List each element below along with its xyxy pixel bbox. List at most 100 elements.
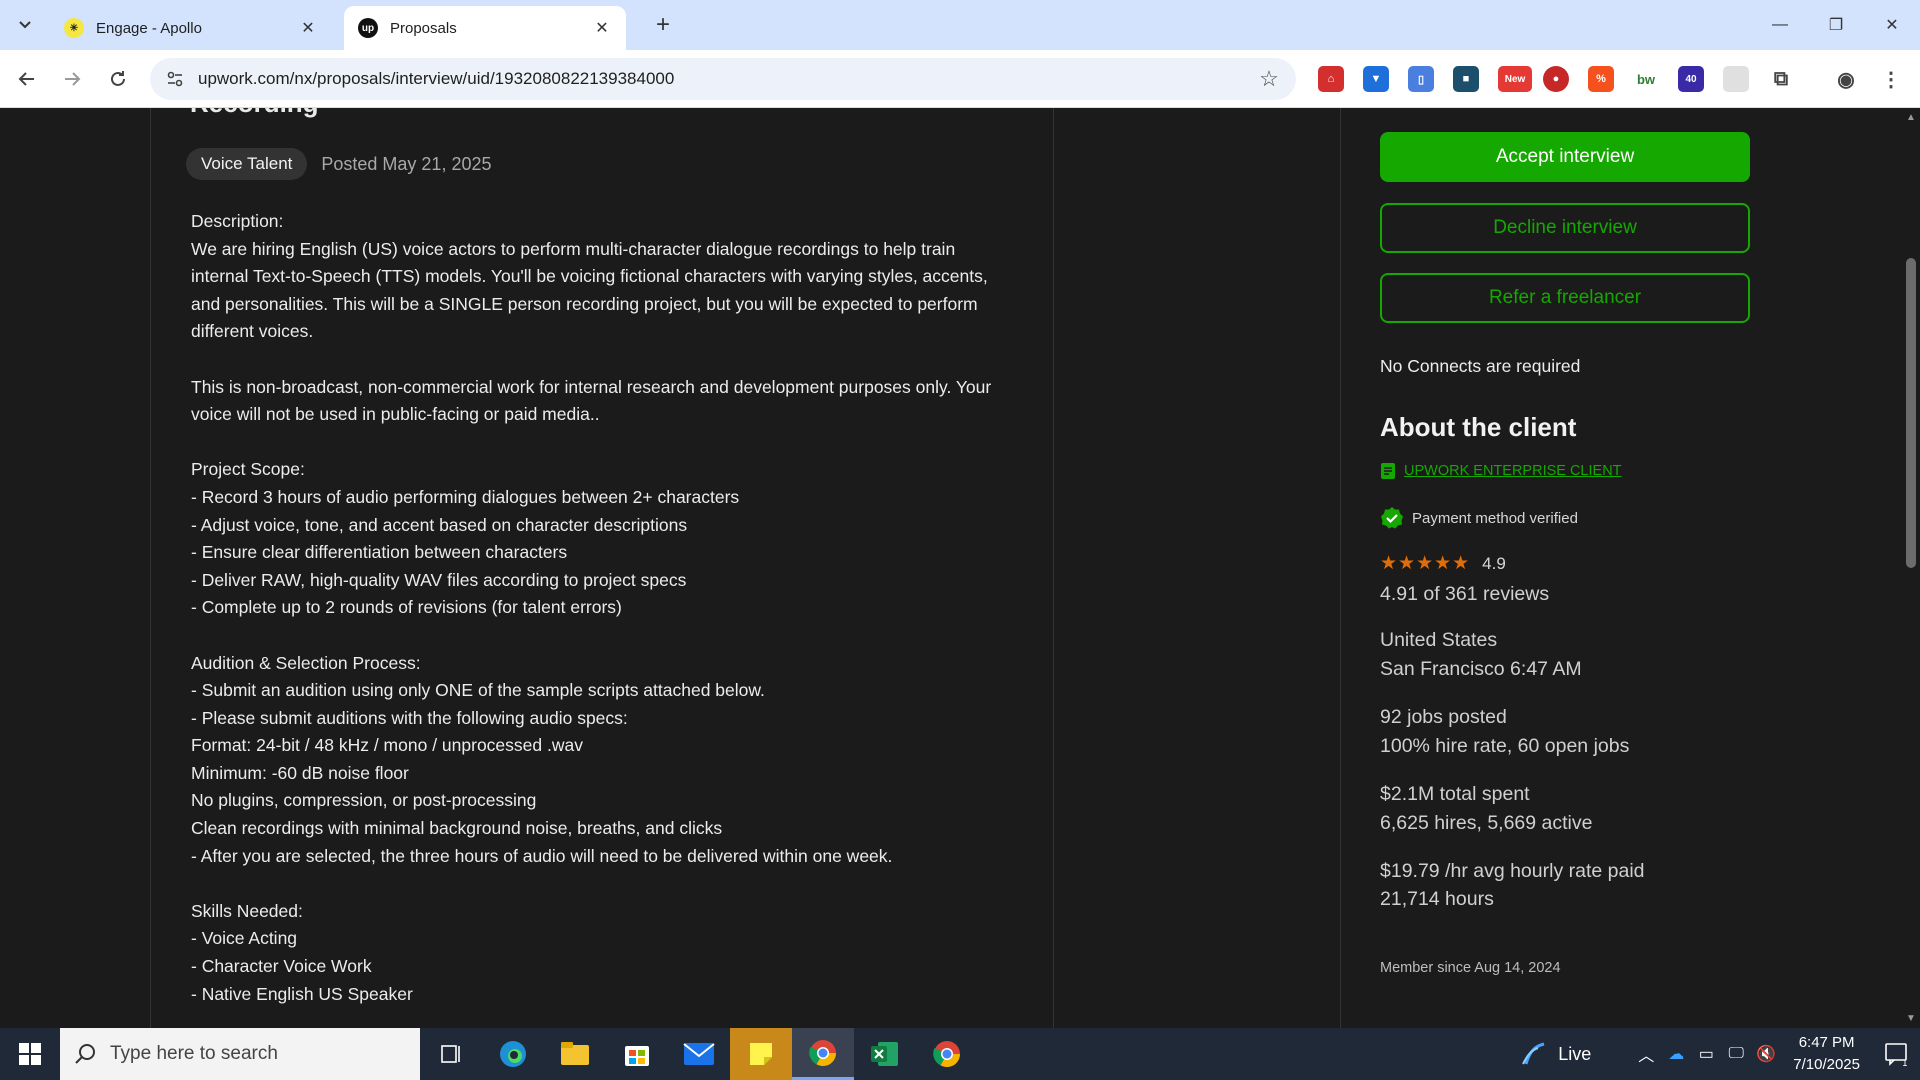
address-bar[interactable]: upwork.com/nx/proposals/interview/uid/19… (150, 58, 1296, 100)
verified-check-icon (1381, 507, 1403, 529)
folder-extension-icon[interactable]: ■ (1453, 66, 1479, 92)
minimize-icon[interactable]: — (1752, 0, 1808, 50)
jobs-posted: 92 jobs posted (1380, 706, 1507, 728)
new-extension-icon[interactable]: New (1498, 66, 1532, 92)
member-since: Member since Aug 14, 2024 (1380, 960, 1561, 976)
url-text[interactable]: upwork.com/nx/proposals/interview/uid/19… (198, 69, 1254, 89)
restore-icon[interactable]: ❐ (1808, 0, 1864, 50)
category-chip[interactable]: Voice Talent (186, 148, 308, 180)
window-controls: — ❐ ✕ (1752, 0, 1920, 50)
puzzle-extensions-icon[interactable]: ⧉ (1768, 66, 1794, 92)
reload-icon (111, 71, 125, 86)
tab-title: Proposals (390, 19, 457, 37)
posted-date: Posted May 21, 2025 (321, 153, 492, 174)
tab-search-button[interactable] (8, 9, 42, 41)
search-placeholder: Type here to search (110, 1043, 278, 1064)
microsoft-store-icon[interactable] (606, 1028, 668, 1080)
battery-icon[interactable]: ▭ (1691, 1044, 1721, 1064)
tab-engage-apollo[interactable]: ✳ Engage - Apollo ✕ (50, 6, 332, 50)
notification-count: 1 (1902, 1059, 1908, 1067)
search-icon (75, 1044, 95, 1064)
system-tray: Live ︿ ☁ ▭ 🖵 🔇 6:47 PM 7/10/2025 1 (1520, 1028, 1920, 1080)
system-clock[interactable]: 6:47 PM 7/10/2025 (1793, 1032, 1860, 1076)
site-info-icon[interactable] (164, 68, 186, 90)
upwork-favicon-icon: up (358, 18, 378, 38)
notification-icon: 1 (1885, 1043, 1908, 1067)
enterprise-client-link-row: UPWORK ENTERPRISE CLIENT (1380, 462, 1622, 480)
pokeball-extension-icon[interactable]: ● (1543, 66, 1569, 92)
job-title: Recording (190, 108, 319, 119)
enterprise-client-link[interactable]: UPWORK ENTERPRISE CLIENT (1404, 463, 1622, 479)
refer-freelancer-button[interactable]: Refer a freelancer (1380, 273, 1750, 323)
live-weather-widget[interactable]: Live (1520, 1040, 1591, 1068)
pdf-extension-icon[interactable]: ⌂ (1318, 66, 1344, 92)
grad-cap-extension-icon[interactable]: 40 (1678, 66, 1704, 92)
menu-kebab-icon[interactable]: ⋮ (1878, 66, 1904, 92)
rating-row: ★★★★★ 4.9 (1380, 552, 1506, 575)
client-city-time: San Francisco 6:47 AM (1380, 658, 1582, 680)
arrow-right-icon (65, 72, 81, 86)
apollo-favicon-icon: ✳ (64, 18, 84, 38)
page-content: Recording Voice Talent Posted May 21, 20… (0, 108, 1920, 1028)
bw-extension-icon[interactable]: bw (1633, 66, 1659, 92)
weather-icon (1522, 1042, 1545, 1065)
scrollbar-thumb[interactable] (1906, 258, 1916, 568)
accept-interview-button[interactable]: Accept interview (1380, 132, 1750, 182)
new-badge: New (1504, 73, 1526, 85)
count-badge: 40 (1685, 73, 1697, 85)
start-button[interactable] (0, 1028, 60, 1080)
job-description: Description: We are hiring English (US) … (191, 208, 1011, 1008)
onedrive-icon[interactable]: ☁ (1661, 1044, 1691, 1064)
windows-logo-icon (19, 1043, 41, 1065)
close-icon[interactable]: ✕ (592, 18, 612, 38)
hire-rate: 100% hire rate, 60 open jobs (1380, 735, 1630, 757)
scroll-up-icon[interactable]: ▲ (1906, 112, 1916, 123)
clipboard-extension-icon[interactable]: ▯ (1408, 66, 1434, 92)
notification-center-button[interactable]: 1 (1874, 1041, 1920, 1067)
file-explorer-icon[interactable] (544, 1028, 606, 1080)
windows-taskbar: Type here to search Live ︿ ☁ ▭ 🖵 🔇 6:47 … (0, 1028, 1920, 1080)
profile-icon[interactable]: ◉ (1833, 66, 1859, 92)
close-icon[interactable]: ✕ (298, 18, 318, 38)
mail-icon[interactable] (668, 1028, 730, 1080)
percent-extension-icon[interactable]: % (1588, 66, 1614, 92)
edge-browser-icon[interactable] (482, 1028, 544, 1080)
description-paragraph: Project Scope: - Record 3 hours of audio… (191, 459, 740, 618)
about-client-heading: About the client (1380, 412, 1577, 442)
chrome-profile-icon[interactable] (916, 1028, 978, 1080)
excel-icon[interactable] (854, 1028, 916, 1080)
client-country: United States (1380, 629, 1498, 651)
forward-button[interactable] (57, 64, 87, 94)
decline-interview-button[interactable]: Decline interview (1380, 203, 1750, 253)
shield-extension-icon[interactable]: ▼ (1363, 66, 1389, 92)
clock-date: 7/10/2025 (1793, 1056, 1860, 1073)
chevron-up-icon[interactable]: ︿ (1631, 1042, 1661, 1066)
clock-time: 6:47 PM (1798, 1034, 1855, 1051)
reload-button[interactable] (103, 64, 133, 94)
description-paragraph: Audition & Selection Process: - Submit a… (191, 652, 893, 866)
network-icon[interactable]: 🖵 (1721, 1045, 1751, 1063)
new-tab-button[interactable]: + (650, 11, 676, 38)
bookmark-star-icon[interactable]: ☆ (1254, 66, 1284, 92)
taskbar-search-input[interactable]: Type here to search (60, 1028, 420, 1080)
task-view-icon[interactable] (420, 1028, 482, 1080)
arrow-left-icon (18, 72, 34, 86)
page-scrollbar[interactable]: ▲ ▼ (1902, 108, 1920, 1028)
close-window-icon[interactable]: ✕ (1864, 0, 1920, 50)
blank-extension-icon[interactable] (1723, 66, 1749, 92)
document-icon (1381, 463, 1395, 479)
scroll-down-icon[interactable]: ▼ (1906, 1013, 1916, 1024)
chrome-icon[interactable] (792, 1028, 854, 1080)
sticky-notes-icon[interactable] (730, 1028, 792, 1080)
total-hours: 21,714 hours (1380, 888, 1494, 910)
live-label: Live (1558, 1043, 1592, 1064)
description-paragraph: Skills Needed: - Voice Acting - Characte… (191, 900, 413, 1004)
back-button[interactable] (12, 64, 42, 94)
avg-hourly-rate: $19.79 /hr avg hourly rate paid (1380, 860, 1645, 882)
description-paragraph: This is non-broadcast, non-commercial wo… (191, 376, 992, 425)
browser-toolbar: upwork.com/nx/proposals/interview/uid/19… (0, 50, 1920, 108)
volume-muted-icon[interactable]: 🔇 (1751, 1044, 1781, 1064)
tab-proposals[interactable]: up Proposals ✕ (344, 6, 626, 50)
tab-strip: ✳ Engage - Apollo ✕ up Proposals ✕ + — ❐… (0, 0, 1920, 50)
column-divider (1340, 108, 1341, 1028)
